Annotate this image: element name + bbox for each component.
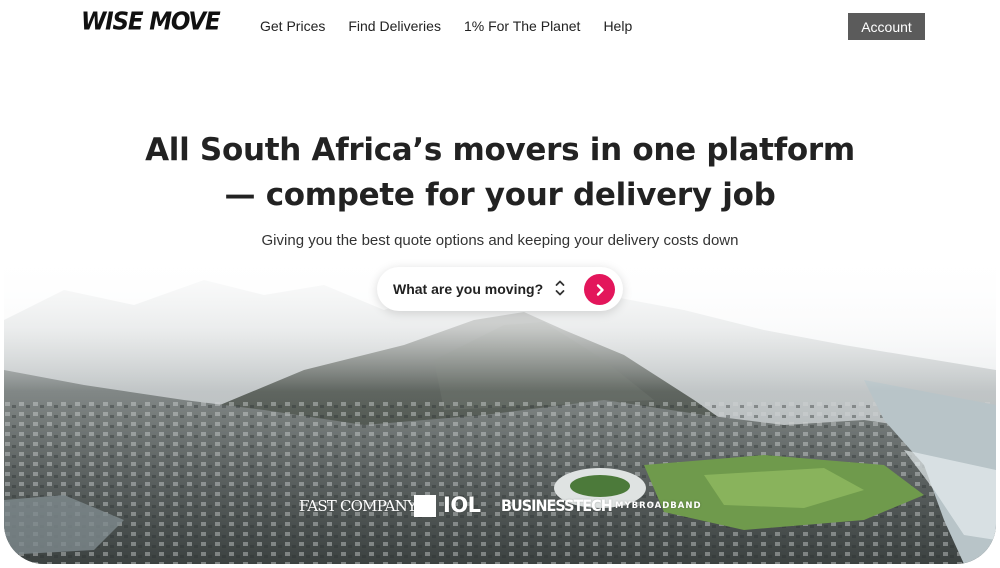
- hero-title: All South Africa’s movers in one platfor…: [0, 128, 1000, 218]
- logo[interactable]: WISE MOVE: [81, 8, 221, 36]
- press-logo-iol: IOL: [443, 493, 481, 517]
- iol-square-icon: [414, 495, 436, 517]
- hero-subtitle: Giving you the best quote options and ke…: [261, 232, 739, 249]
- press-logo-businesstech: BUSINESSTECH: [501, 496, 613, 515]
- nav-planet[interactable]: 1% For The Planet: [464, 18, 580, 34]
- nav-help[interactable]: Help: [603, 18, 632, 34]
- hero-title-line-2: — compete for your delivery job: [224, 177, 776, 213]
- nav-find-deliveries[interactable]: Find Deliveries: [348, 18, 441, 34]
- moving-item-label: What are you moving?: [393, 281, 544, 297]
- chevron-right-icon: [596, 283, 604, 296]
- main-nav: Get Prices Find Deliveries 1% For The Pl…: [260, 18, 655, 34]
- press-logos: FAST COMPANY IOL BUSINESSTECH MYBROADBAN…: [0, 493, 1000, 523]
- nav-get-prices[interactable]: Get Prices: [260, 18, 325, 34]
- press-logo-mybroadband: MYBROADBAND: [615, 501, 702, 511]
- account-button[interactable]: Account: [848, 13, 925, 40]
- up-down-chevron-icon[interactable]: [554, 277, 566, 299]
- hero-title-line-1: All South Africa’s movers in one platfor…: [145, 132, 855, 168]
- go-button[interactable]: [584, 274, 615, 305]
- press-logo-fast-company: FAST COMPANY: [299, 497, 417, 515]
- site-header: WISE MOVE Get Prices Find Deliveries 1% …: [0, 0, 1000, 52]
